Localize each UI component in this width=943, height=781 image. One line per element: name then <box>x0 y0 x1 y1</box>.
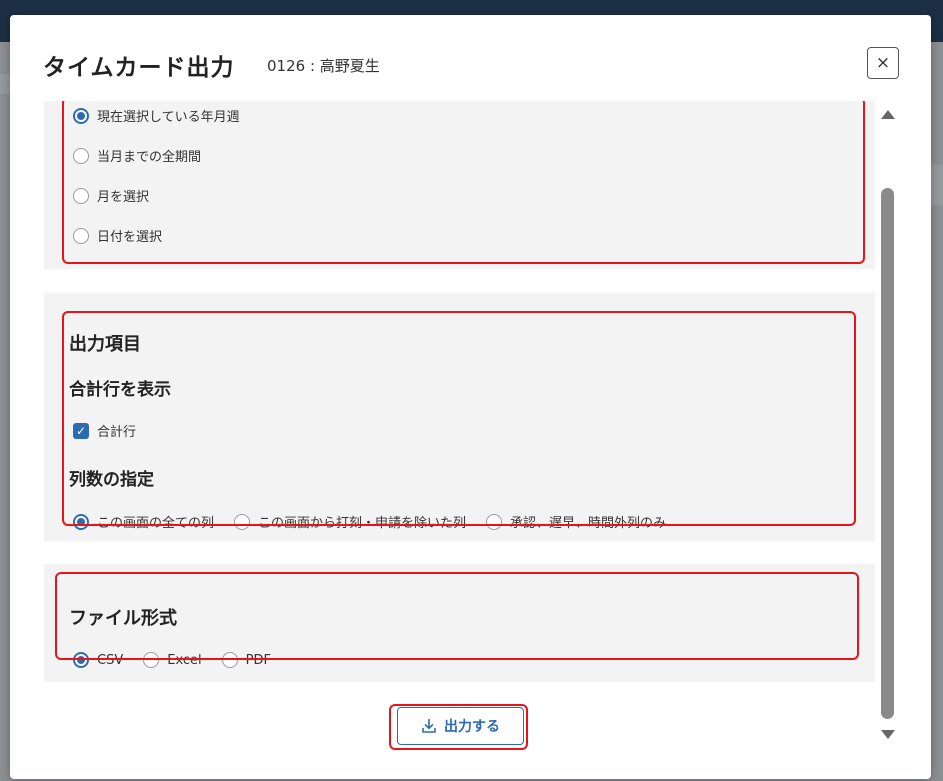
scroll-up-button[interactable] <box>880 108 896 120</box>
output-items-heading: 出力項目 <box>69 334 141 355</box>
format-option-excel[interactable]: Excel <box>143 652 202 668</box>
period-option-month[interactable]: 月を選択 <box>73 186 149 205</box>
radio-checked-icon[interactable] <box>73 652 89 668</box>
background-strip <box>0 74 10 94</box>
period-option-current[interactable]: 現在選択している年月週 <box>73 106 240 125</box>
background-strip <box>931 165 943 205</box>
checkbox-label: 合計行 <box>97 425 137 440</box>
scrollbar-thumb[interactable] <box>881 188 894 719</box>
dialog-scroll-content[interactable]: 現在選択している年月週 当月までの全期間 月を選択 日付を選択 出力項目 合計行… <box>10 101 931 716</box>
period-option-date[interactable]: 日付を選択 <box>73 226 162 245</box>
radio-checked-icon[interactable] <box>73 513 89 530</box>
column-option-all[interactable]: この画面の全ての列 <box>73 512 214 531</box>
file-format-heading: ファイル形式 <box>69 608 177 629</box>
checkbox-checked-icon[interactable]: ✓ <box>73 422 89 439</box>
format-option-pdf[interactable]: PDF <box>221 652 271 668</box>
column-option-approval-only[interactable]: 承認、遅早、時間外列のみ <box>486 512 666 531</box>
format-option-csv[interactable]: CSV <box>73 652 123 668</box>
scroll-down-button[interactable] <box>880 728 896 740</box>
option-label: この画面から打刻・申請を除いた列 <box>258 516 467 531</box>
option-label: 月を選択 <box>97 190 150 205</box>
option-label: Excel <box>167 652 202 668</box>
output-button-label: 出力する <box>444 719 500 735</box>
option-label: 日付を選択 <box>97 230 163 245</box>
radio-icon[interactable] <box>73 147 89 164</box>
option-label: 現在選択している年月週 <box>97 110 240 125</box>
timecard-export-dialog: タイムカード出力 0126 : 高野夏生 × 現在選択している年月週 当月までの… <box>10 15 931 779</box>
radio-icon[interactable] <box>143 652 160 668</box>
download-icon <box>422 718 436 733</box>
column-options: この画面の全ての列 この画面から打刻・申請を除いた列 承認、遅早、時間外列のみ <box>73 512 686 531</box>
close-button[interactable]: × <box>867 47 899 79</box>
triangle-down-icon <box>881 729 895 739</box>
option-label: CSV <box>97 652 124 668</box>
option-label: 承認、遅早、時間外列のみ <box>510 516 667 531</box>
period-section <box>44 101 875 269</box>
total-row-heading: 合計行を表示 <box>69 380 171 400</box>
radio-checked-icon[interactable] <box>73 107 89 124</box>
radio-icon[interactable] <box>234 513 251 530</box>
column-option-without-stamps[interactable]: この画面から打刻・申請を除いた列 <box>234 512 466 531</box>
file-format-options: CSV Excel PDF <box>73 652 291 668</box>
employee-label: 0126 : 高野夏生 <box>267 57 380 75</box>
option-label: 当月までの全期間 <box>97 150 202 165</box>
dialog-title: タイムカード出力 <box>43 55 235 81</box>
columns-heading: 列数の指定 <box>69 470 154 490</box>
total-row-checkbox[interactable]: ✓ 合計行 <box>73 421 136 440</box>
triangle-up-icon <box>881 109 895 119</box>
option-label: PDF <box>245 652 271 668</box>
radio-icon[interactable] <box>486 513 503 530</box>
period-option-all-to-month[interactable]: 当月までの全期間 <box>73 146 201 165</box>
radio-icon[interactable] <box>221 652 238 668</box>
radio-icon[interactable] <box>73 227 89 244</box>
close-icon: × <box>875 53 891 73</box>
option-label: この画面の全ての列 <box>97 516 215 531</box>
output-items-section <box>44 293 875 541</box>
radio-icon[interactable] <box>73 187 89 204</box>
output-button[interactable]: 出力する <box>397 707 524 745</box>
